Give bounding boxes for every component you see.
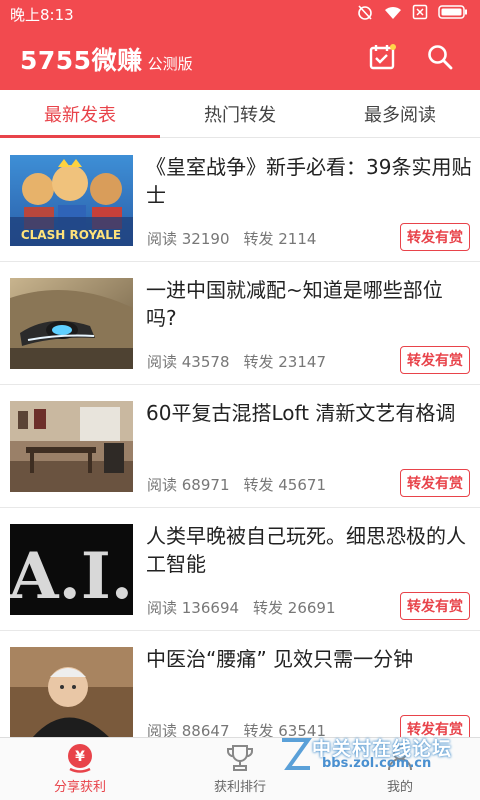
article-thumbnail: CLASH ROYALE bbox=[10, 155, 133, 246]
article-stats: 阅读 32190 转发 2114 bbox=[147, 228, 316, 249]
user-icon bbox=[385, 742, 415, 774]
share-reward-button[interactable]: 转发有赏 bbox=[400, 223, 470, 251]
app-name: 5755微赚 bbox=[20, 46, 143, 75]
article-thumbnail bbox=[10, 647, 133, 737]
nav-mine[interactable]: 我的 bbox=[320, 738, 480, 800]
status-bar: 晚上8:13 bbox=[0, 0, 480, 28]
bottom-nav: ¥ 分享获利 获利排行 我的 bbox=[0, 737, 480, 800]
read-count: 阅读 68971 bbox=[147, 476, 230, 494]
article-item[interactable]: CLASH ROYALE 《皇室战争》新手必看：39条实用贴士 阅读 32190… bbox=[0, 139, 480, 262]
nav-label: 我的 bbox=[386, 780, 413, 795]
article-item[interactable]: 60平复古混搭Loft 清新文艺有格调 阅读 68971 转发 45671 转发… bbox=[0, 385, 480, 508]
article-title: 人类早晚被自己玩死。细思恐极的人工智能 bbox=[146, 524, 466, 576]
share-count: 转发 2114 bbox=[243, 230, 317, 248]
share-count: 转发 45671 bbox=[243, 476, 327, 494]
article-item[interactable]: 一进中国就减配~知道是哪些部位吗? 阅读 43578 转发 23147 转发有赏 bbox=[0, 262, 480, 385]
yuan-share-icon: ¥ bbox=[65, 742, 95, 774]
article-thumbnail: A.I. bbox=[10, 524, 133, 615]
app-subtitle: 公测版 bbox=[147, 55, 193, 73]
tab-bar: 最新发表 热门转发 最多阅读 bbox=[0, 90, 480, 138]
nav-label: 获利排行 bbox=[213, 780, 266, 795]
nav-profit-ranking[interactable]: 获利排行 bbox=[160, 738, 320, 800]
wifi-icon bbox=[384, 4, 402, 24]
share-reward-button[interactable]: 转发有赏 bbox=[400, 592, 470, 620]
nav-label: 分享获利 bbox=[53, 780, 106, 795]
article-title: 一进中国就减配~知道是哪些部位吗? bbox=[146, 278, 443, 330]
status-time: 晚上8:13 bbox=[10, 5, 74, 24]
tab-latest[interactable]: 最新发表 bbox=[0, 90, 160, 138]
share-reward-button[interactable]: 转发有赏 bbox=[400, 715, 470, 737]
article-item[interactable]: 中医治“腰痛” 见效只需一分钟 阅读 88647 转发 63541 转发有赏 bbox=[0, 631, 480, 737]
svg-text:¥: ¥ bbox=[75, 749, 85, 765]
article-stats: 阅读 136694 转发 26691 bbox=[147, 597, 336, 618]
share-count: 转发 63541 bbox=[243, 722, 327, 737]
article-stats: 阅读 88647 转发 63541 bbox=[147, 720, 326, 737]
article-item[interactable]: A.I. 人类早晚被自己玩死。细思恐极的人工智能 阅读 136694 转发 26… bbox=[0, 508, 480, 631]
read-count: 阅读 88647 bbox=[147, 722, 230, 737]
share-count: 转发 26691 bbox=[253, 599, 336, 617]
thumbnail-logo-text: CLASH ROYALE bbox=[21, 228, 121, 242]
article-thumbnail bbox=[10, 278, 133, 369]
battery-icon bbox=[438, 5, 468, 23]
search-icon bbox=[427, 44, 453, 74]
article-title: 《皇室战争》新手必看：39条实用贴士 bbox=[146, 155, 472, 207]
read-count: 阅读 136694 bbox=[147, 599, 240, 617]
article-title: 60平复古混搭Loft 清新文艺有格调 bbox=[146, 401, 456, 425]
tab-popular-shares[interactable]: 热门转发 bbox=[160, 90, 320, 137]
read-count: 阅读 32190 bbox=[147, 230, 230, 248]
app-logo: 5755微赚 公测版 bbox=[20, 41, 346, 77]
checkin-button[interactable] bbox=[360, 37, 404, 81]
article-thumbnail bbox=[10, 401, 133, 492]
share-reward-button[interactable]: 转发有赏 bbox=[400, 469, 470, 497]
nav-share-profit[interactable]: ¥ 分享获利 bbox=[0, 738, 160, 800]
share-reward-button[interactable]: 转发有赏 bbox=[400, 346, 470, 374]
trophy-icon bbox=[225, 742, 255, 774]
app-bar: 5755微赚 公测版 bbox=[0, 28, 480, 90]
thumbnail-logo-text: A.I. bbox=[10, 539, 133, 614]
article-list: CLASH ROYALE 《皇室战争》新手必看：39条实用贴士 阅读 32190… bbox=[0, 139, 480, 737]
article-title: 中医治“腰痛” 见效只需一分钟 bbox=[146, 647, 414, 671]
no-sim-icon bbox=[412, 4, 428, 24]
article-stats: 阅读 43578 转发 23147 bbox=[147, 351, 326, 372]
article-stats: 阅读 68971 转发 45671 bbox=[147, 474, 326, 495]
alarm-off-icon bbox=[356, 3, 374, 25]
search-button[interactable] bbox=[418, 37, 462, 81]
tab-most-read[interactable]: 最多阅读 bbox=[320, 90, 480, 137]
calendar-check-icon bbox=[368, 43, 396, 75]
read-count: 阅读 43578 bbox=[147, 353, 230, 371]
share-count: 转发 23147 bbox=[243, 353, 327, 371]
